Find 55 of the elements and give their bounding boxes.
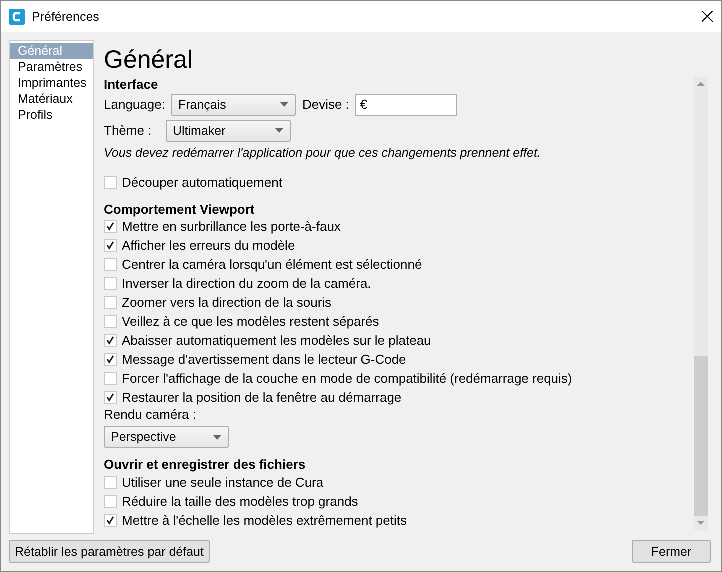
section-heading: Ouvrir et enregistrer des fichiers bbox=[104, 457, 307, 474]
checkbox-label: Afficher les erreurs du modèle bbox=[122, 238, 296, 254]
theme-label: Thème : bbox=[104, 123, 153, 138]
sidebar-item[interactable]: Imprimantes bbox=[10, 75, 93, 91]
currency-field[interactable]: € bbox=[355, 94, 458, 116]
checkbox[interactable] bbox=[104, 296, 117, 310]
scrollbar[interactable] bbox=[694, 77, 708, 530]
dropdown-caret-icon bbox=[213, 434, 222, 440]
checkbox-label: Message d'avertissement dans le lecteur G-Code bbox=[122, 352, 406, 367]
theme-dropdown[interactable]: Ultimaker bbox=[166, 120, 291, 142]
dropdown-caret-icon bbox=[275, 128, 284, 134]
checkbox[interactable] bbox=[104, 476, 117, 490]
checkbox[interactable] bbox=[104, 220, 117, 234]
checkbox-label: Centrer la caméra lorsqu'un élément est sélectionné bbox=[122, 257, 422, 272]
checkbox-label: Restaurer la position de la fenêtre au démarrage bbox=[122, 390, 402, 404]
checkbox-label: Découper automatiquement bbox=[122, 174, 282, 190]
checkbox[interactable] bbox=[104, 495, 117, 508]
checkbox-label: Abaisser automatiquement les modèles sur le plateau bbox=[122, 332, 432, 348]
app-logo-icon bbox=[9, 8, 25, 24]
checkbox[interactable] bbox=[104, 372, 117, 385]
checkbox[interactable] bbox=[104, 514, 117, 527]
checkbox[interactable] bbox=[104, 239, 117, 252]
checkbox-label: Mettre à l'échelle les modèles extrêmement petits bbox=[122, 512, 407, 528]
language-dropdown[interactable]: Français bbox=[171, 94, 296, 116]
sidebar-item[interactable]: Matériaux bbox=[10, 91, 93, 107]
language-label: Language: bbox=[104, 97, 166, 112]
checkbox-label: Zoomer vers la direction de la souris bbox=[122, 295, 332, 310]
restart-note: Vous devez redémarrer l'application pour que ces changements prennent effet. bbox=[104, 144, 542, 161]
page-title: Général bbox=[104, 45, 194, 76]
checkbox[interactable] bbox=[104, 277, 117, 290]
checkbox[interactable] bbox=[104, 334, 117, 347]
currency-label: Devise : bbox=[302, 97, 350, 112]
checkbox-label: Veillez à ce que les modèles restent séparés bbox=[122, 314, 380, 329]
checkbox-label: Mettre en surbrillance les porte-à-faux bbox=[122, 219, 341, 234]
checkbox-label: Réduire la taille des modèles trop grands bbox=[122, 494, 358, 510]
checkbox-label: Utiliser une seule instance de Cura bbox=[122, 475, 324, 490]
reset-defaults-button[interactable]: Rétablir les paramètres par défaut bbox=[9, 540, 210, 563]
close-button[interactable]: Fermer bbox=[632, 540, 711, 563]
sidebar-item[interactable]: Profils bbox=[10, 107, 93, 123]
checkbox-label: Inverser la direction du zoom de la caméra. bbox=[122, 276, 372, 292]
camera-dropdown[interactable]: Perspective bbox=[104, 426, 229, 448]
camera-label: Rendu caméra : bbox=[104, 406, 198, 424]
checkbox[interactable] bbox=[104, 176, 117, 189]
scrollbar-thumb[interactable] bbox=[694, 356, 708, 516]
section-heading: Interface bbox=[104, 77, 160, 93]
dropdown-caret-icon bbox=[280, 102, 290, 108]
checkbox[interactable] bbox=[104, 390, 117, 404]
checkbox[interactable] bbox=[104, 314, 117, 328]
window-title: Préférences bbox=[32, 10, 100, 24]
sidebar-item[interactable]: Paramètres bbox=[10, 59, 93, 75]
checkbox[interactable] bbox=[104, 352, 117, 366]
section-heading: Comportement Viewport bbox=[104, 202, 256, 218]
checkbox[interactable] bbox=[104, 258, 117, 272]
checkbox-label: Forcer l'affichage de la couche en mode de compatibilité (redémarrage requis) bbox=[122, 370, 572, 386]
close-icon[interactable] bbox=[702, 11, 713, 22]
